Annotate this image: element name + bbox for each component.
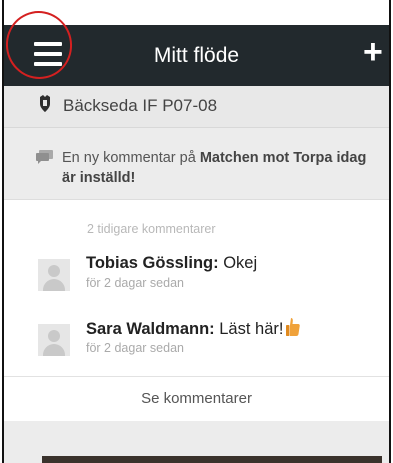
- team-bar[interactable]: Bäckseda IF P07-08: [4, 86, 389, 128]
- comment-line: Tobias Gössling: Okej: [86, 252, 257, 274]
- comment-text: Läst här!: [214, 320, 284, 338]
- comment-item: Sara Waldmann: Läst här! för 2 dagar sed…: [38, 317, 378, 365]
- avatar: [38, 324, 70, 356]
- comment-item: Tobias Gössling: Okej för 2 dagar sedan: [38, 252, 378, 300]
- top-strip: [4, 0, 389, 25]
- see-comments-button[interactable]: Se kommentarer: [4, 376, 389, 421]
- notice-text: En ny kommentar på Matchen mot Torpa ida…: [62, 148, 372, 188]
- comment-author[interactable]: Sara Waldmann:: [86, 320, 215, 338]
- earlier-comments-link[interactable]: 2 tidigare kommentarer: [87, 222, 216, 236]
- app-screen: Mitt flöde + Bäckseda IF P07-08 En ny ko…: [4, 0, 389, 463]
- feed-card: En ny kommentar på Matchen mot Torpa ida…: [4, 128, 389, 421]
- notice-prefix: En ny kommentar på: [62, 150, 200, 166]
- avatar: [38, 259, 70, 291]
- comment-time: för 2 dagar sedan: [86, 276, 184, 290]
- thumbs-up-icon: [286, 318, 301, 336]
- comment-text: Okej: [218, 254, 258, 272]
- comment-bubble-icon: [36, 150, 53, 164]
- comment-author[interactable]: Tobias Gössling:: [86, 254, 219, 272]
- page-title: Mitt flöde: [153, 44, 240, 67]
- comment-notice[interactable]: En ny kommentar på Matchen mot Torpa ida…: [4, 128, 389, 200]
- comment-line: Sara Waldmann: Läst här!: [86, 317, 301, 340]
- comment-time: för 2 dagar sedan: [86, 341, 184, 355]
- post-image[interactable]: [42, 456, 382, 463]
- team-shield-icon: [40, 95, 50, 112]
- screenshot-frame: Mitt flöde + Bäckseda IF P07-08 En ny ko…: [0, 0, 393, 463]
- frame-border-right: [389, 0, 391, 463]
- team-name: Bäckseda IF P07-08: [63, 96, 218, 115]
- plus-icon[interactable]: +: [363, 35, 389, 69]
